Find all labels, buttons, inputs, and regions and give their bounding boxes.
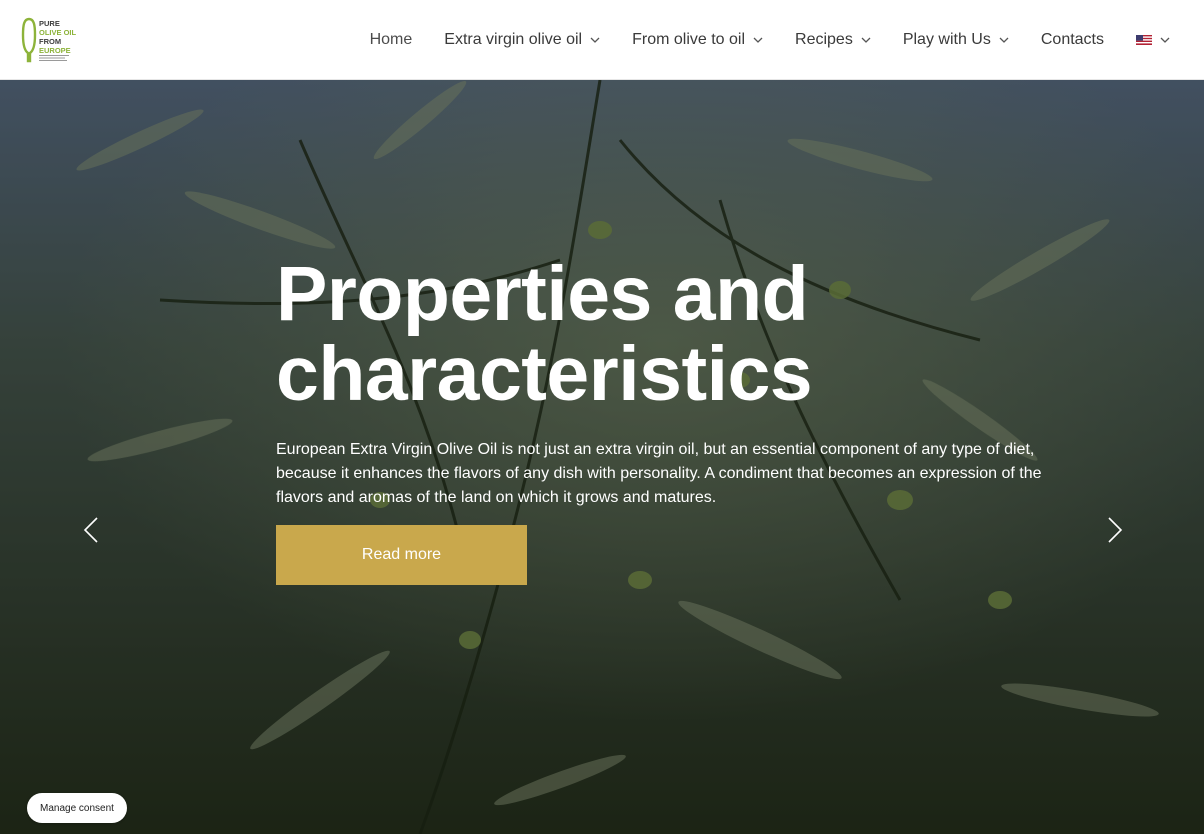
manage-consent-label: Manage consent: [40, 802, 114, 814]
logo-line-from: FROM: [39, 37, 61, 46]
logo-line-olive-oil: OLIVE OIL: [39, 28, 77, 37]
logo-line-pure: PURE: [39, 19, 60, 28]
nav-item-extra-virgin-olive-oil[interactable]: Extra virgin olive oil: [444, 31, 600, 49]
chevron-down-icon: [999, 37, 1009, 43]
nav-item-from-olive-to-oil[interactable]: From olive to oil: [632, 31, 763, 49]
chevron-down-icon: [753, 37, 763, 43]
chevron-left-icon[interactable]: [82, 516, 100, 544]
hero-title: Properties and characteristics: [276, 254, 1076, 414]
hero-description: European Extra Virgin Olive Oil is not j…: [276, 441, 1042, 506]
language-switcher[interactable]: [1136, 34, 1170, 45]
chevron-down-icon: [1160, 37, 1170, 43]
chevron-down-icon: [590, 37, 600, 43]
nav-item-recipes[interactable]: Recipes: [795, 31, 871, 49]
olive-oil-logo-icon: PURE OLIVE OIL FROM EUROPE: [21, 17, 77, 63]
manage-consent-button[interactable]: Manage consent: [27, 793, 127, 823]
us-flag-icon: [1136, 34, 1152, 45]
logo-line-europe: EUROPE: [39, 46, 71, 55]
chevron-down-icon: [861, 37, 871, 43]
site-logo[interactable]: PURE OLIVE OIL FROM EUROPE: [21, 17, 77, 63]
read-more-button[interactable]: Read more: [276, 525, 527, 585]
nav-item-label: From olive to oil: [632, 30, 746, 48]
nav-item-label: Recipes: [795, 30, 853, 48]
chevron-right-icon[interactable]: [1106, 516, 1124, 544]
main-nav: Home Extra virgin olive oil From olive t…: [338, 0, 1170, 79]
nav-item-play-with-us[interactable]: Play with Us: [903, 31, 1009, 49]
hero-slider: Properties and characteristics European …: [0, 80, 1204, 834]
nav-item-home[interactable]: Home: [370, 31, 413, 49]
hero-title-line-2: characteristics: [276, 331, 813, 417]
site-header: PURE OLIVE OIL FROM EUROPE Home Extra vi…: [0, 0, 1204, 80]
nav-item-label: Contacts: [1040, 30, 1104, 48]
nav-item-contacts[interactable]: Contacts: [1041, 31, 1104, 49]
nav-item-label: Home: [369, 30, 413, 48]
nav-item-label: Play with Us: [902, 30, 991, 48]
nav-item-label: Extra virgin olive oil: [444, 30, 583, 48]
hero-content: Properties and characteristics European …: [276, 254, 1076, 510]
hero-title-line-1: Properties and: [276, 251, 809, 337]
